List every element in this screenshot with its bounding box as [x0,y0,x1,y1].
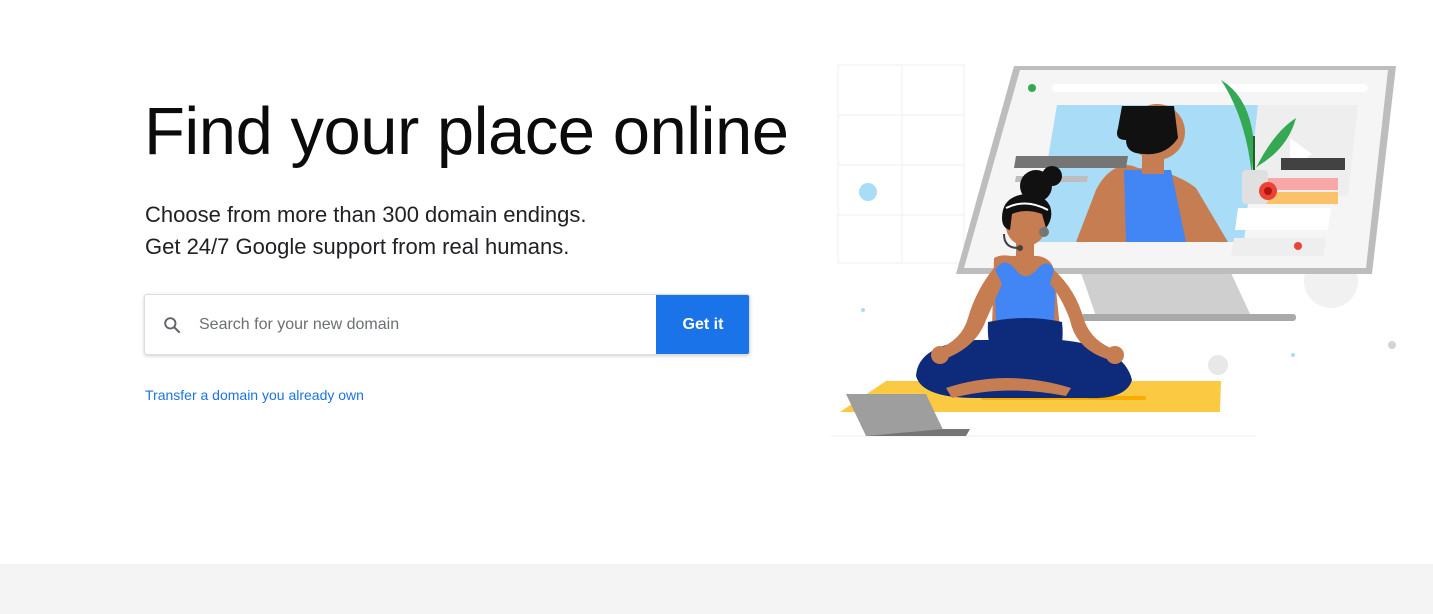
subtitle-line-2: Get 24/7 Google support from real humans… [145,234,570,259]
background-grid [837,64,965,264]
subtitle-line-1: Choose from more than 300 domain endings… [145,202,587,227]
page-title: Find your place online [144,94,789,169]
monitor-stand [1081,273,1251,316]
domain-search-input[interactable] [199,295,656,354]
yoga-illustration [831,64,1396,437]
hero-subtitle: Choose from more than 300 domain endings… [145,199,586,263]
page: Find your place online Choose from more … [0,0,1433,614]
search-icon [145,295,199,354]
transfer-domain-link[interactable]: Transfer a domain you already own [145,387,364,403]
get-it-button[interactable]: Get it [656,295,749,354]
footer-band [0,564,1433,614]
domain-search-box: Get it [144,294,750,355]
